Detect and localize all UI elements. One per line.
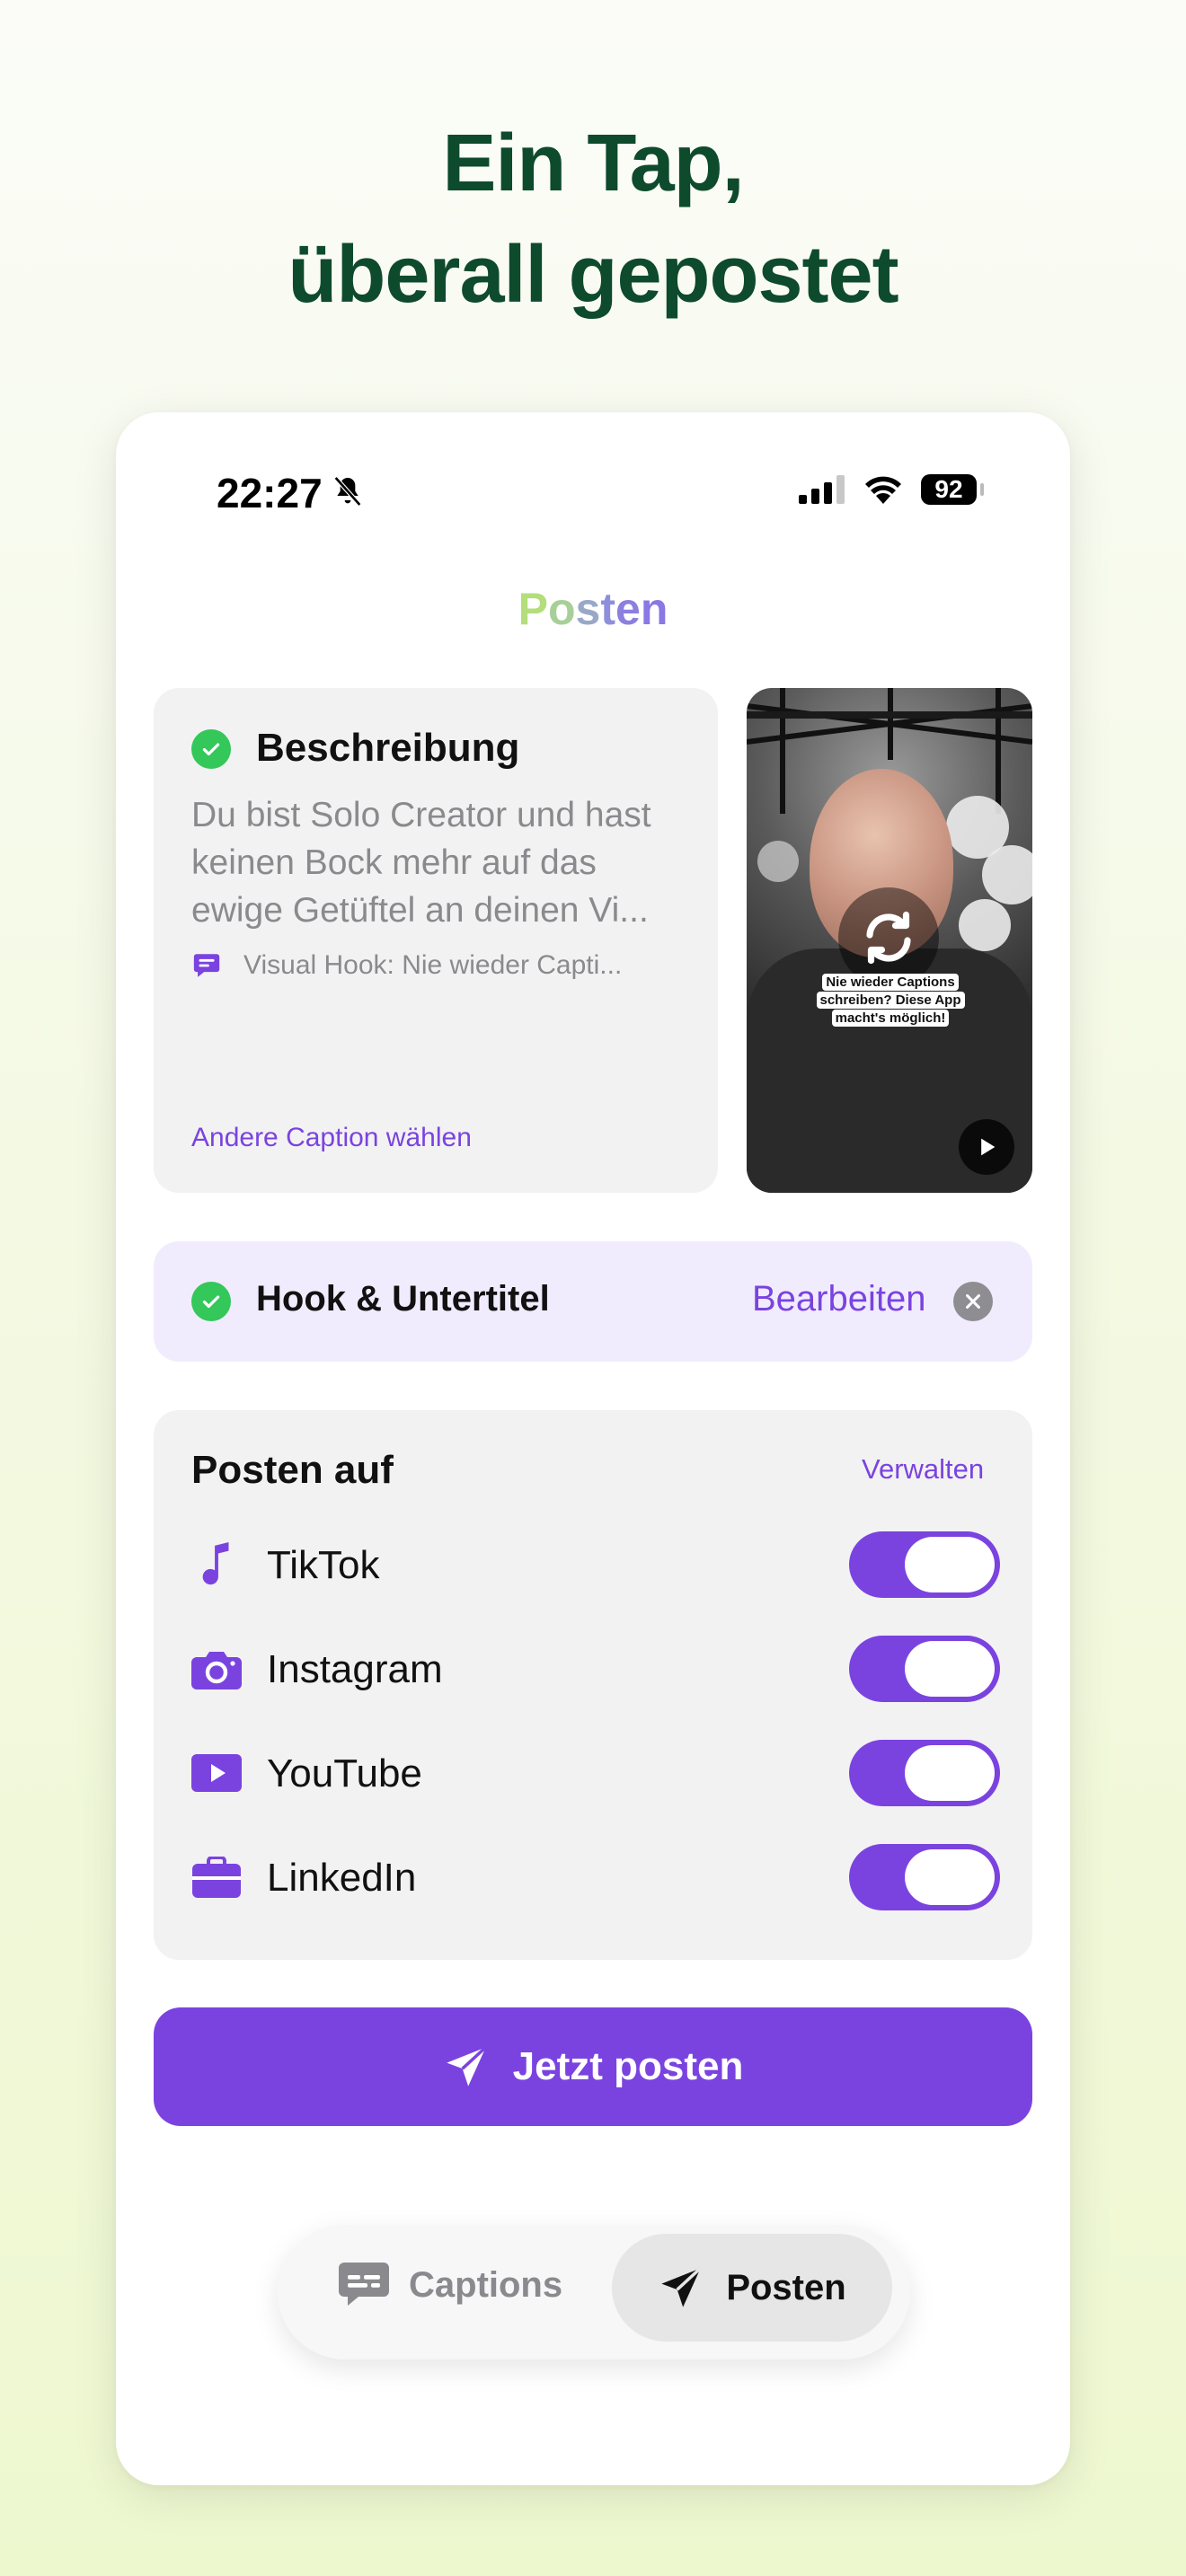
screen-title: Posten: [518, 584, 668, 634]
visual-hook-line: Visual Hook: Nie wieder Capti...: [191, 950, 622, 981]
toggle-knob: [905, 1745, 995, 1801]
platform-row-instagram: Instagram: [154, 1633, 1032, 1705]
signal-icon: [799, 475, 847, 508]
other-caption-link[interactable]: Andere Caption wählen: [191, 1123, 472, 1153]
description-text: Du bist Solo Creator und hast keinen Boc…: [191, 791, 695, 934]
wifi-icon: [863, 473, 903, 508]
tiktok-toggle[interactable]: [849, 1531, 1000, 1598]
music-note-icon: [191, 1541, 242, 1588]
lamp: [757, 841, 799, 882]
battery-icon: 92: [921, 474, 977, 505]
description-line-1: Du bist Solo Creator und hast: [191, 796, 651, 834]
headline-line-2: überall gepostet: [288, 230, 898, 320]
checkmark-icon: [191, 729, 231, 769]
platform-label: TikTok: [267, 1543, 380, 1587]
youtube-toggle[interactable]: [849, 1740, 1000, 1806]
captions-bubble-icon: [339, 2263, 389, 2306]
headline: Ein Tap, überall gepostet: [0, 108, 1186, 331]
toggle-knob: [905, 1849, 995, 1905]
battery-tip: [980, 483, 984, 496]
play-icon[interactable]: [959, 1119, 1014, 1175]
description-line-3: ewige Getüftel an deinen Vi...: [191, 891, 649, 930]
camera-icon: [191, 1645, 242, 1692]
linkedin-toggle[interactable]: [849, 1844, 1000, 1910]
paper-plane-icon: [446, 2046, 487, 2086]
chat-bubble-icon: [193, 954, 220, 977]
checkmark-icon: [191, 1282, 231, 1321]
tab-posten-label: Posten: [726, 2267, 846, 2307]
overlay-line-3: macht's möglich!: [831, 1010, 950, 1027]
headline-line-1: Ein Tap,: [442, 119, 744, 208]
platform-label: Instagram: [267, 1647, 443, 1691]
post-now-button[interactable]: Jetzt posten: [154, 2007, 1032, 2126]
platform-label: LinkedIn: [267, 1856, 417, 1900]
platform-row-youtube: YouTube: [154, 1737, 1032, 1809]
hook-title: Hook & Untertitel: [256, 1279, 550, 1319]
tab-posten[interactable]: Posten: [612, 2234, 892, 2342]
post-now-label: Jetzt posten: [512, 2044, 744, 2088]
tab-bar: Captions Posten: [278, 2225, 910, 2360]
post-on-title: Posten auf: [191, 1448, 394, 1492]
status-time: 22:27: [217, 470, 323, 516]
lamp: [959, 899, 1011, 951]
edit-button[interactable]: Bearbeiten: [752, 1279, 925, 1319]
phone-screen: 22:27 92 Posten Beschreibung Du bist Sol…: [116, 412, 1070, 2485]
overlay-line-1: Nie wieder Captions: [822, 974, 959, 991]
hook-card[interactable]: Hook & Untertitel Bearbeiten: [154, 1241, 1032, 1362]
close-icon[interactable]: [953, 1282, 993, 1321]
visual-hook-text: Visual Hook: Nie wieder Capti...: [243, 950, 623, 980]
description-card[interactable]: Beschreibung Du bist Solo Creator und ha…: [154, 688, 718, 1193]
bell-slash-icon: [330, 473, 366, 514]
video-overlay-text: Nie wieder Captions schreiben? Diese App…: [810, 974, 971, 1028]
toggle-knob: [905, 1641, 995, 1697]
post-on-card: Posten auf Verwalten TikTok Instagram Yo…: [154, 1410, 1032, 1960]
description-line-2: keinen Bock mehr auf das: [191, 843, 597, 882]
instagram-toggle[interactable]: [849, 1636, 1000, 1702]
platform-row-linkedin: LinkedIn: [154, 1841, 1032, 1913]
tab-captions[interactable]: Captions: [339, 2263, 562, 2307]
overlay-line-2: schreiben? Diese App: [816, 992, 965, 1009]
platform-label: YouTube: [267, 1751, 422, 1795]
lamp: [982, 845, 1032, 904]
platform-row-tiktok: TikTok: [154, 1529, 1032, 1601]
toggle-knob: [905, 1537, 995, 1592]
briefcase-icon: [191, 1854, 242, 1901]
paper-plane-icon: [661, 2267, 703, 2307]
video-thumbnail[interactable]: Nie wieder Captions schreiben? Diese App…: [747, 688, 1032, 1193]
play-rectangle-icon: [191, 1750, 242, 1796]
description-title: Beschreibung: [256, 726, 520, 770]
tab-captions-label: Captions: [409, 2264, 563, 2305]
manage-button[interactable]: Verwalten: [862, 1453, 984, 1486]
